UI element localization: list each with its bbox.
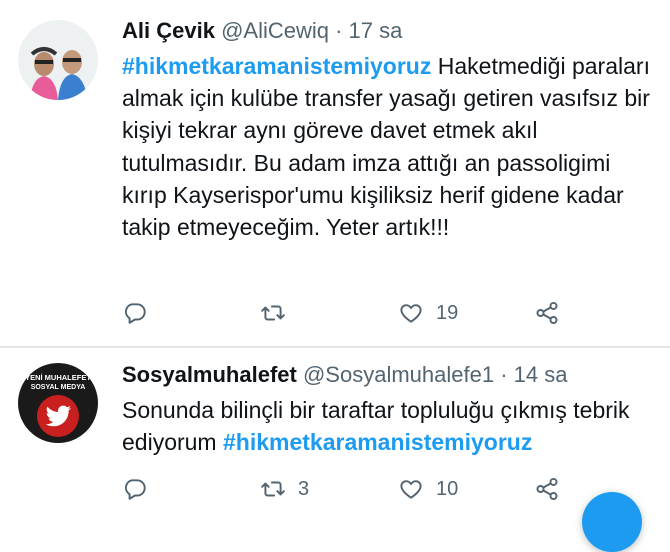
avatar-logo-icon: YENİ MUHALEFET SOSYAL MEDYA xyxy=(18,363,98,443)
author-name[interactable]: Ali Çevik xyxy=(122,18,215,43)
like-button[interactable]: 19 xyxy=(398,298,458,328)
tweet-actions: 3 10 xyxy=(122,474,642,504)
like-icon xyxy=(400,304,422,323)
like-icon xyxy=(400,480,422,499)
reply-button[interactable] xyxy=(122,298,160,328)
avatar-ali-cevik[interactable] xyxy=(18,20,98,100)
retweet-icon xyxy=(261,481,285,497)
hashtag-link[interactable]: #hikmetkaramanistemiyoruz xyxy=(122,53,431,79)
meta-separator: · xyxy=(494,362,514,387)
avatar-photo-icon xyxy=(18,20,98,100)
reply-icon xyxy=(125,479,146,500)
tweet-text: #hikmetkaramanistemiyoruz Haketmediği pa… xyxy=(122,50,652,243)
avatar-text-bottom: SOSYAL MEDYA xyxy=(31,384,86,391)
retweet-icon xyxy=(261,305,285,321)
like-count: 10 xyxy=(436,477,459,500)
share-button[interactable] xyxy=(534,298,560,328)
share-button[interactable] xyxy=(534,474,560,504)
tweet-actions: 19 xyxy=(122,298,642,328)
avatar-text-top: YENİ MUHALEFET xyxy=(25,373,91,382)
meta-separator: · xyxy=(328,18,349,43)
reply-button[interactable] xyxy=(122,474,160,504)
tweet-text: Sonunda bilinçli bir taraftar topluluğu … xyxy=(122,394,652,458)
author-handle[interactable]: @Sosyalmuhalefe1 xyxy=(303,362,494,387)
tweet-header: Ali Çevik @AliCewiq · 17 sa xyxy=(122,17,402,45)
share-icon xyxy=(536,477,558,501)
share-icon xyxy=(536,301,558,325)
timestamp[interactable]: 14 sa xyxy=(514,362,568,387)
author-handle[interactable]: @AliCewiq xyxy=(221,18,329,43)
tweet-header: Sosyalmuhalefet @Sosyalmuhalefe1 · 14 sa xyxy=(122,361,567,389)
hashtag-link[interactable]: #hikmetkaramanistemiyoruz xyxy=(223,429,532,455)
compose-tweet-button[interactable] xyxy=(582,492,642,552)
retweet-button[interactable]: 3 xyxy=(260,474,309,504)
author-name[interactable]: Sosyalmuhalefet xyxy=(122,362,297,387)
tweet-body: Haketmediği paraları almak için kulübe t… xyxy=(122,53,650,241)
timestamp[interactable]: 17 sa xyxy=(349,18,403,43)
avatar-sosyalmuhalefet[interactable]: YENİ MUHALEFET SOSYAL MEDYA xyxy=(18,363,98,443)
like-button[interactable]: 10 xyxy=(398,474,458,504)
like-count: 19 xyxy=(436,301,459,324)
retweet-button[interactable] xyxy=(260,298,298,328)
retweet-count: 3 xyxy=(298,477,310,500)
reply-icon xyxy=(125,303,146,324)
